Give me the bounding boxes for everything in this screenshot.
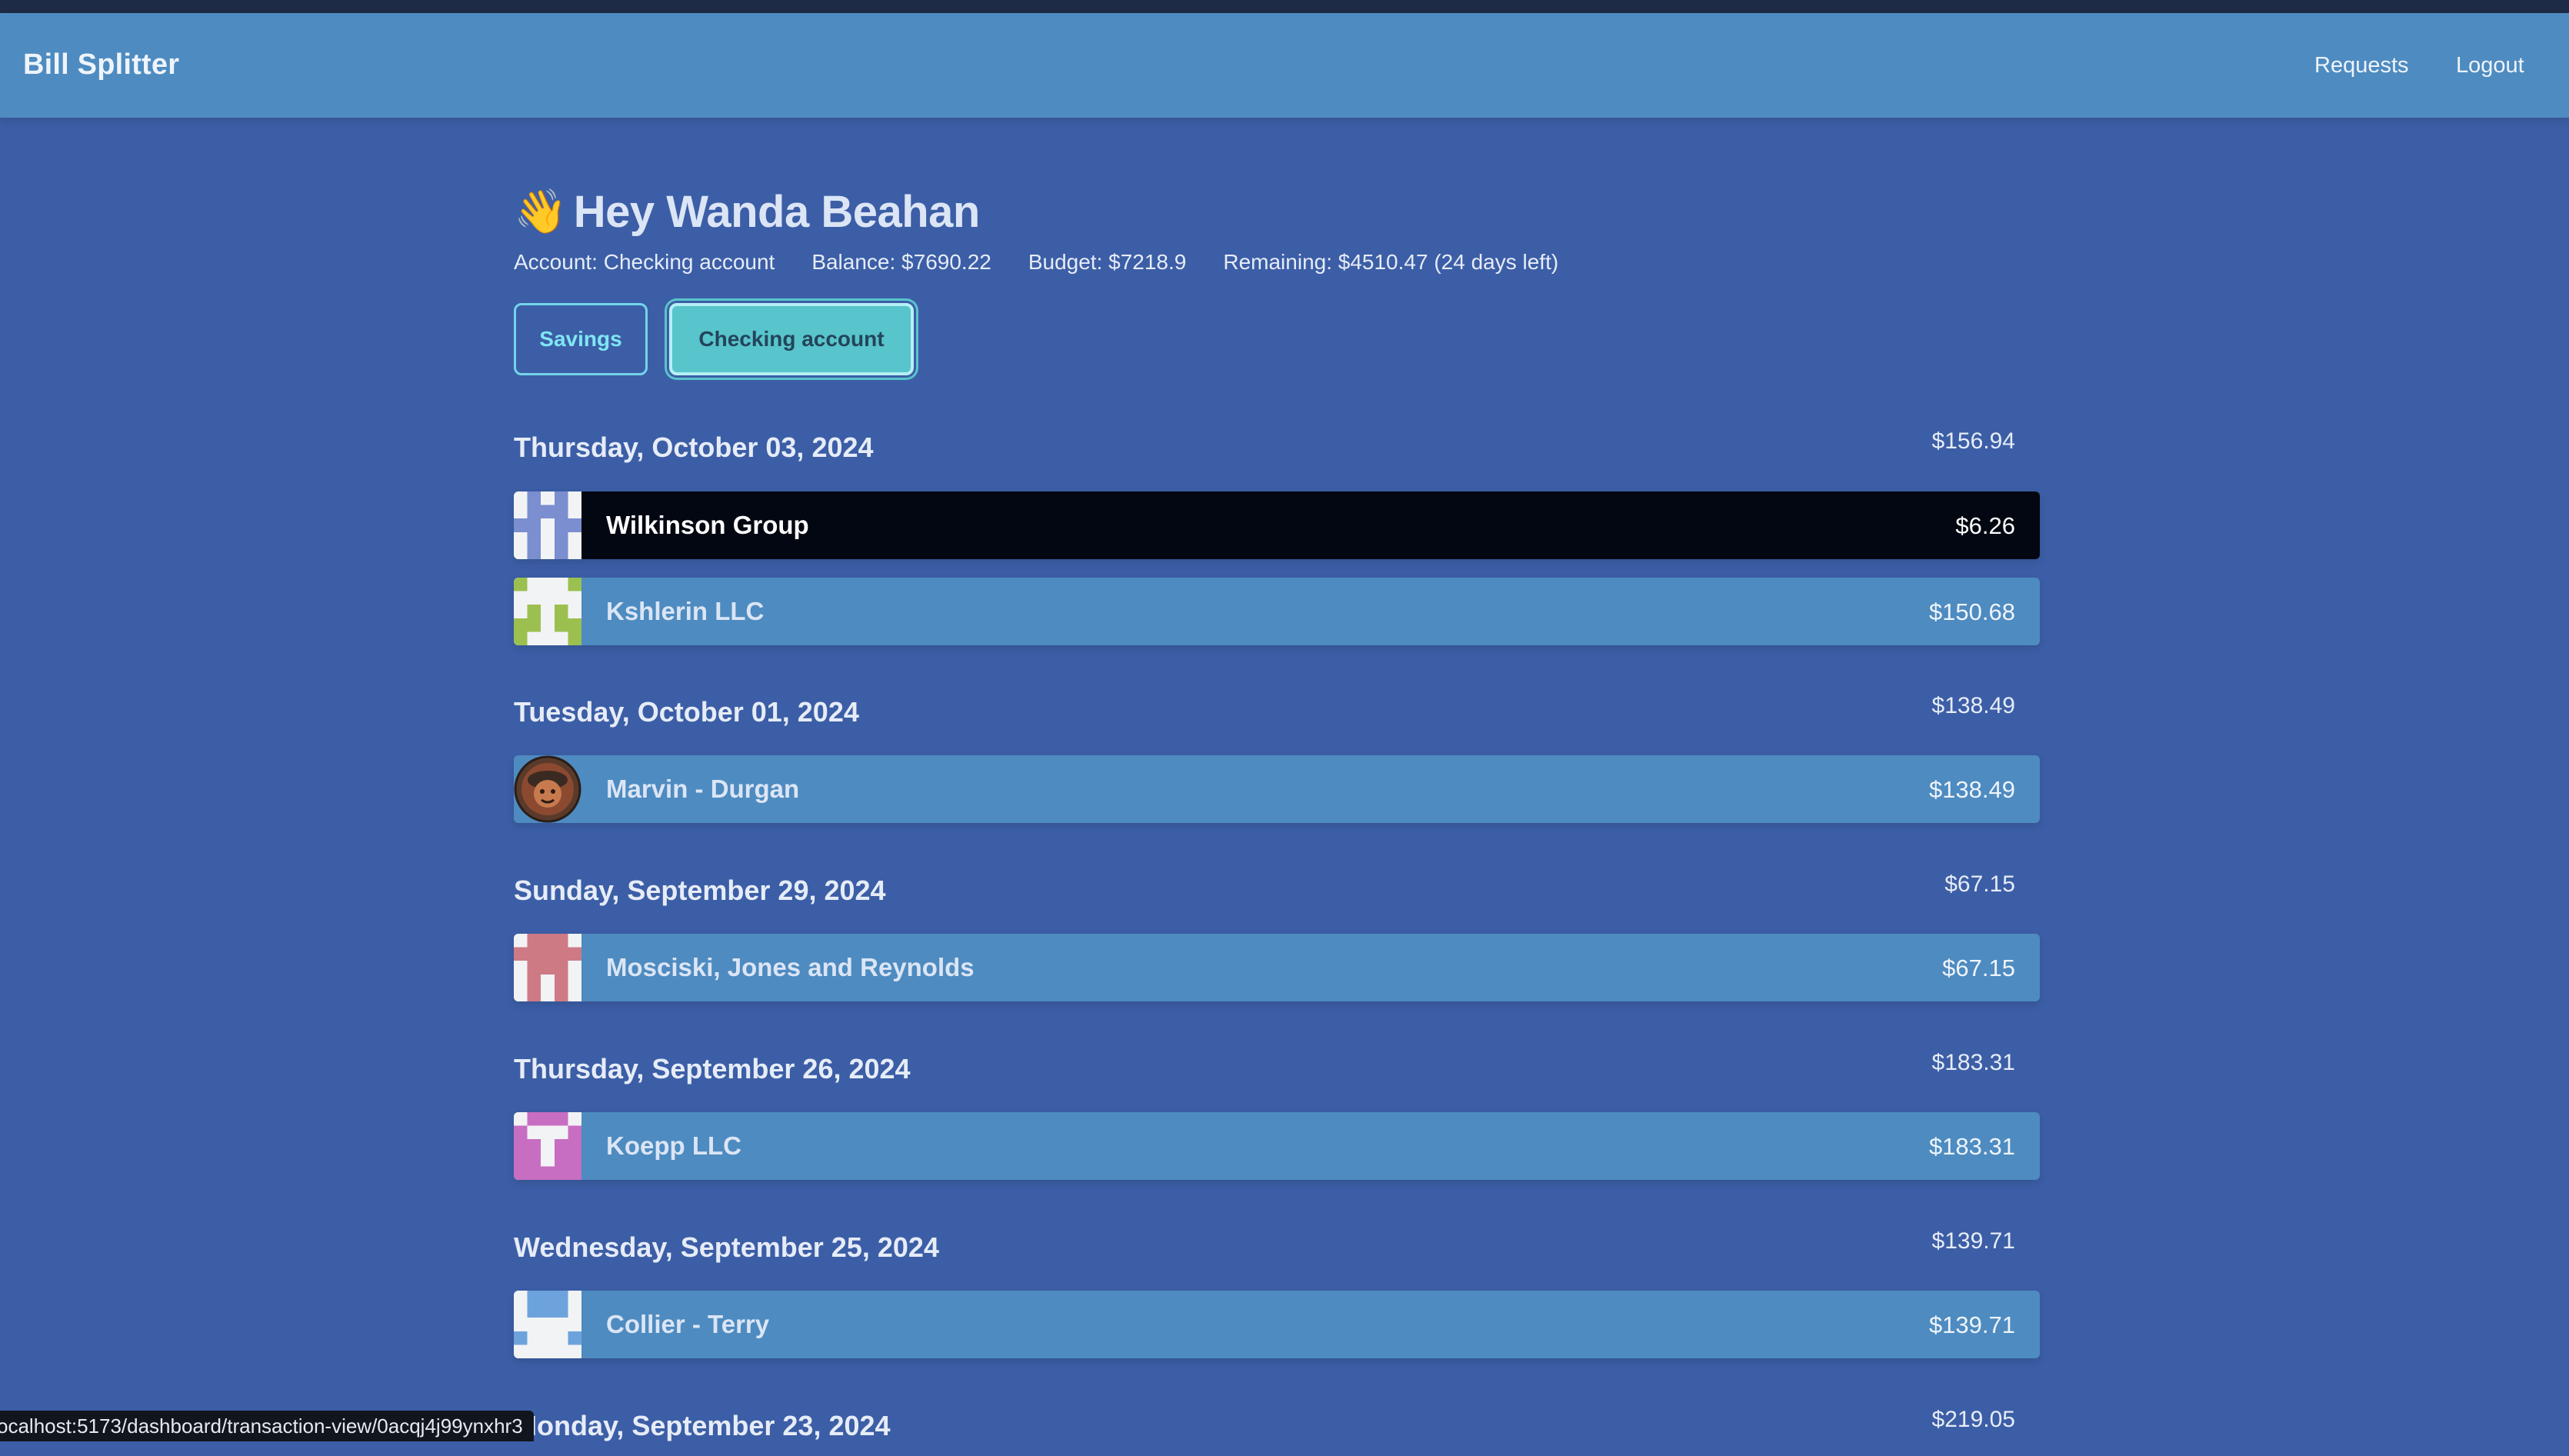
day-group: Tuesday, October 01, 2024 $138.49 Marvin… bbox=[514, 693, 2040, 823]
day-date: Thursday, October 03, 2024 bbox=[514, 431, 874, 463]
app-title[interactable]: Bill Splitter bbox=[23, 48, 179, 82]
window-top-strip bbox=[0, 0, 2569, 13]
day-group: Thursday, October 03, 2024 $156.94 Wilki… bbox=[514, 428, 2040, 645]
transaction-amount: $183.31 bbox=[1928, 1133, 2015, 1160]
link-preview-statusbar: ocalhost:5173/dashboard/transaction-view… bbox=[0, 1411, 534, 1441]
link-preview-url: ocalhost:5173/dashboard/transaction-view… bbox=[0, 1414, 523, 1438]
day-date: Sunday, September 29, 2024 bbox=[514, 875, 886, 906]
day-group: Wednesday, September 25, 2024 $139.71 Co… bbox=[514, 1228, 2040, 1358]
transaction-name: Mosciski, Jones and Reynolds bbox=[606, 953, 975, 981]
identicon-avatar bbox=[514, 1291, 581, 1358]
transaction-amount: $6.26 bbox=[1955, 512, 2015, 539]
savings-account-button[interactable]: Savings bbox=[514, 303, 648, 375]
waving-hand-icon: 👋 bbox=[514, 187, 568, 235]
identicon-avatar bbox=[514, 1112, 581, 1180]
transaction-name: Marvin - Durgan bbox=[606, 775, 800, 803]
photo-avatar bbox=[514, 755, 581, 823]
transaction-row[interactable]: Koepp LLC $183.31 bbox=[514, 1112, 2040, 1180]
transaction-amount: $139.71 bbox=[1928, 1311, 2015, 1338]
transaction-name: Koepp LLC bbox=[606, 1131, 741, 1160]
navbar: Bill Splitter Requests Logout bbox=[0, 13, 2569, 118]
day-header: Thursday, September 26, 2024 $183.31 bbox=[514, 1050, 2040, 1099]
day-total: $139.71 bbox=[1931, 1228, 2015, 1254]
transaction-name: Kshlerin LLC bbox=[606, 597, 765, 625]
day-total: $219.05 bbox=[1931, 1407, 2015, 1432]
day-header: Monday, September 23, 2024 $219.05 bbox=[514, 1407, 2040, 1456]
day-date: Thursday, September 26, 2024 bbox=[514, 1053, 911, 1085]
transaction-amount: $138.49 bbox=[1928, 776, 2015, 803]
day-total: $67.15 bbox=[1944, 871, 2015, 897]
day-total: $156.94 bbox=[1931, 428, 2015, 454]
transaction-row[interactable]: Collier - Terry $139.71 bbox=[514, 1291, 2040, 1358]
identicon-avatar bbox=[514, 491, 581, 559]
summary-balance: Balance: $7690.22 bbox=[811, 250, 991, 274]
day-date: Wednesday, September 25, 2024 bbox=[514, 1231, 939, 1263]
day-header: Sunday, September 29, 2024 $67.15 bbox=[514, 871, 2040, 921]
day-date: Monday, September 23, 2024 bbox=[514, 1410, 891, 1441]
identicon-avatar bbox=[514, 934, 581, 1001]
summary-remaining: Remaining: $4510.47 (24 days left) bbox=[1223, 250, 1559, 274]
day-header: Tuesday, October 01, 2024 $138.49 bbox=[514, 693, 2040, 742]
day-group: Thursday, September 26, 2024 $183.31 Koe… bbox=[514, 1050, 2040, 1180]
transaction-row[interactable]: Wilkinson Group $6.26 bbox=[514, 491, 2040, 559]
transaction-name: Wilkinson Group bbox=[606, 511, 809, 539]
day-total: $138.49 bbox=[1931, 693, 2015, 718]
summary-account: Account: Checking account bbox=[514, 250, 775, 274]
identicon-avatar bbox=[514, 578, 581, 645]
summary-budget: Budget: $7218.9 bbox=[1028, 250, 1187, 274]
transaction-amount: $150.68 bbox=[1928, 598, 2015, 625]
transaction-amount: $67.15 bbox=[1942, 955, 2015, 981]
account-summary: Account: Checking account Balance: $7690… bbox=[514, 250, 1595, 275]
day-header: Thursday, October 03, 2024 $156.94 bbox=[514, 428, 2040, 478]
transaction-row[interactable]: Marvin - Durgan $138.49 bbox=[514, 755, 2040, 823]
checking-account-button[interactable]: Checking account bbox=[669, 303, 914, 375]
day-total: $183.31 bbox=[1931, 1050, 2015, 1075]
nav-requests-link[interactable]: Requests bbox=[2314, 53, 2409, 78]
transaction-name: Collier - Terry bbox=[606, 1310, 770, 1338]
nav-logout-link[interactable]: Logout bbox=[2456, 53, 2524, 78]
transaction-row[interactable]: Kshlerin LLC $150.68 bbox=[514, 578, 2040, 645]
day-group: Sunday, September 29, 2024 $67.15 Moscis… bbox=[514, 871, 2040, 1001]
greeting: 👋 Hey Wanda Beahan bbox=[514, 181, 980, 242]
transaction-row[interactable]: Mosciski, Jones and Reynolds $67.15 bbox=[514, 934, 2040, 1001]
day-group: Monday, September 23, 2024 $219.05 bbox=[514, 1407, 2040, 1456]
day-header: Wednesday, September 25, 2024 $139.71 bbox=[514, 1228, 2040, 1278]
greeting-text: Hey Wanda Beahan bbox=[573, 186, 981, 237]
day-date: Tuesday, October 01, 2024 bbox=[514, 696, 859, 728]
